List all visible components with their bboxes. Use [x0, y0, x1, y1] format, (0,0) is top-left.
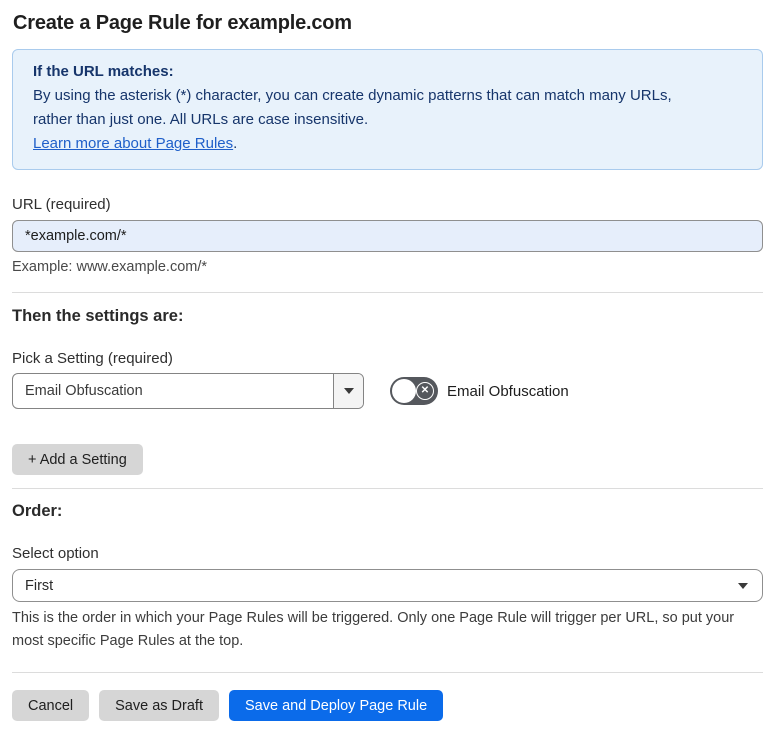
learn-more-link[interactable]: Learn more about Page Rules: [33, 135, 233, 152]
order-select[interactable]: First: [12, 569, 763, 602]
divider: [12, 292, 763, 293]
save-as-draft-button[interactable]: Save as Draft: [99, 690, 219, 721]
url-field-label: URL (required): [12, 196, 111, 213]
url-example-text: Example: www.example.com/*: [12, 259, 208, 275]
chevron-down-icon: [738, 582, 748, 589]
toggle-knob: [392, 379, 416, 403]
order-select-value: First: [25, 577, 54, 594]
cancel-button[interactable]: Cancel: [12, 690, 90, 721]
add-setting-button[interactable]: + Add a Setting: [12, 444, 143, 475]
setting-picker-row: Email Obfuscation ✕ Email Obfuscation: [12, 373, 763, 409]
divider: [12, 488, 763, 489]
info-box-body-line: By using the asterisk (*) character, you…: [33, 87, 672, 104]
url-input[interactable]: [12, 220, 763, 252]
divider: [12, 672, 763, 673]
create-page-rule-form: Create a Page Rule for example.com If th…: [0, 12, 775, 721]
chevron-down-icon: [343, 388, 354, 394]
page-title: Create a Page Rule for example.com: [13, 12, 352, 34]
toggle-label: Email Obfuscation: [447, 382, 569, 400]
info-box-heading: If the URL matches:: [33, 63, 174, 80]
setting-select-value: Email Obfuscation: [25, 383, 143, 399]
link-period: .: [233, 135, 238, 152]
settings-section-heading: Then the settings are:: [12, 307, 184, 325]
email-obfuscation-toggle[interactable]: ✕: [390, 377, 438, 405]
toggle-off-x-icon: ✕: [416, 382, 434, 400]
order-select-label: Select option: [12, 545, 99, 562]
pick-setting-label: Pick a Setting (required): [12, 350, 173, 367]
info-box-body-line: rather than just one. All URLs are case …: [33, 111, 369, 128]
setting-select-caret-button[interactable]: [333, 374, 363, 408]
order-help-text: This is the order in which your Page Rul…: [12, 610, 735, 649]
url-match-info-box: If the URL matches: By using the asteris…: [12, 49, 763, 170]
setting-select[interactable]: Email Obfuscation: [12, 373, 364, 409]
footer-actions: Cancel Save as Draft Save and Deploy Pag…: [12, 690, 763, 721]
save-and-deploy-button[interactable]: Save and Deploy Page Rule: [228, 690, 444, 721]
order-section-heading: Order:: [12, 502, 63, 520]
